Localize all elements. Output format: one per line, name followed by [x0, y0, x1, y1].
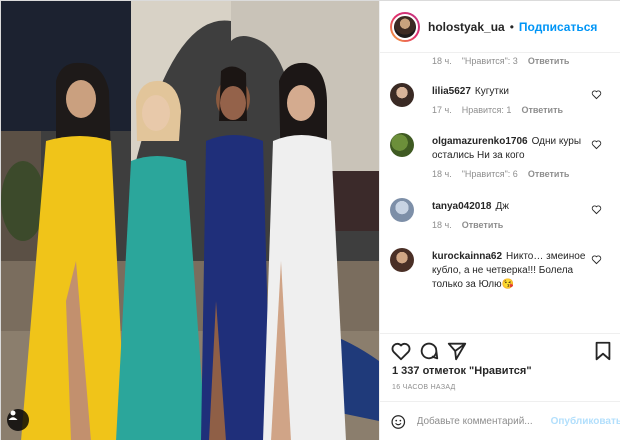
reply-button[interactable]: Ответить — [528, 169, 570, 179]
comment-text: Кугутки — [474, 86, 509, 97]
photo-illustration — [1, 1, 379, 440]
instagram-post: holostyak_ua • Подписаться 18 ч. "Нравит… — [0, 0, 620, 440]
share-icon[interactable] — [446, 340, 468, 362]
likes-count[interactable]: 1 337 отметок "Нравится" — [392, 365, 532, 377]
comment-meta: 18 ч. "Нравится": 6 Ответить — [432, 169, 579, 179]
post-actions — [380, 333, 620, 367]
comment-likes[interactable]: Нравится: 1 — [462, 105, 512, 115]
author-username[interactable]: holostyak_ua — [428, 20, 505, 34]
avatar[interactable] — [390, 11, 420, 42]
follow-button[interactable]: Подписаться — [519, 20, 597, 34]
comments-list[interactable]: 18 ч. "Нравится": 3 Ответить lilia5627 Ку… — [380, 53, 620, 333]
add-comment-bar: Опубликовать — [380, 401, 620, 440]
heart-icon[interactable] — [390, 340, 412, 362]
commenter-avatar[interactable] — [390, 83, 414, 107]
reply-button[interactable]: Ответить — [521, 105, 563, 115]
commenter-avatar[interactable] — [390, 133, 414, 157]
post-side-panel: holostyak_ua • Подписаться 18 ч. "Нравит… — [379, 1, 620, 440]
emoji-icon[interactable] — [390, 412, 407, 432]
comment-icon[interactable] — [418, 340, 440, 362]
comment-time: 18 ч. — [432, 56, 452, 66]
comment-body: lilia5627 Кугутки — [432, 85, 594, 99]
person-tag-icon[interactable] — [7, 409, 29, 431]
commenter-avatar[interactable] — [390, 248, 414, 272]
separator-dot: • — [509, 19, 514, 34]
post-header: holostyak_ua • Подписаться — [380, 1, 620, 53]
comment-body: kurockainna62 Никто… змеиное кубло, а не … — [432, 250, 594, 292]
comment-username[interactable]: lilia5627 — [432, 86, 471, 97]
comment-input[interactable] — [416, 416, 547, 427]
post-photo[interactable] — [1, 1, 379, 440]
comment-time: 17 ч. — [432, 105, 452, 115]
heart-icon[interactable] — [591, 254, 602, 265]
comment-body: tanya042018 Дж — [432, 200, 594, 214]
comment-meta: 17 ч. Нравится: 1 Ответить — [432, 105, 573, 115]
comment-likes[interactable]: "Нравится": 3 — [462, 56, 518, 66]
heart-icon[interactable] — [591, 89, 602, 100]
commenter-avatar[interactable] — [390, 198, 414, 222]
publish-button[interactable]: Опубликовать — [551, 416, 620, 427]
previous-comment-meta: 18 ч. "Нравится": 3 Ответить — [432, 56, 579, 66]
comment-likes[interactable]: "Нравится": 6 — [462, 169, 518, 179]
heart-icon[interactable] — [591, 139, 602, 150]
comment-text: Дж — [495, 201, 509, 212]
comment-time: 18 ч. — [432, 220, 452, 230]
reply-button[interactable]: Ответить — [528, 56, 570, 66]
reply-button[interactable]: Ответить — [462, 220, 504, 230]
comment-username[interactable]: olgamazurenko1706 — [432, 136, 528, 147]
comment-meta: 18 ч. Ответить — [432, 220, 513, 230]
bookmark-icon[interactable] — [592, 340, 614, 362]
post-timestamp: 16 часов назад — [392, 384, 456, 391]
comment-time: 18 ч. — [432, 169, 452, 179]
heart-icon[interactable] — [591, 204, 602, 215]
comment-body: olgamazurenko1706 Одни куры остались Ни з… — [432, 135, 594, 163]
comment-username[interactable]: tanya042018 — [432, 201, 492, 212]
comment-username[interactable]: kurockainna62 — [432, 251, 502, 262]
